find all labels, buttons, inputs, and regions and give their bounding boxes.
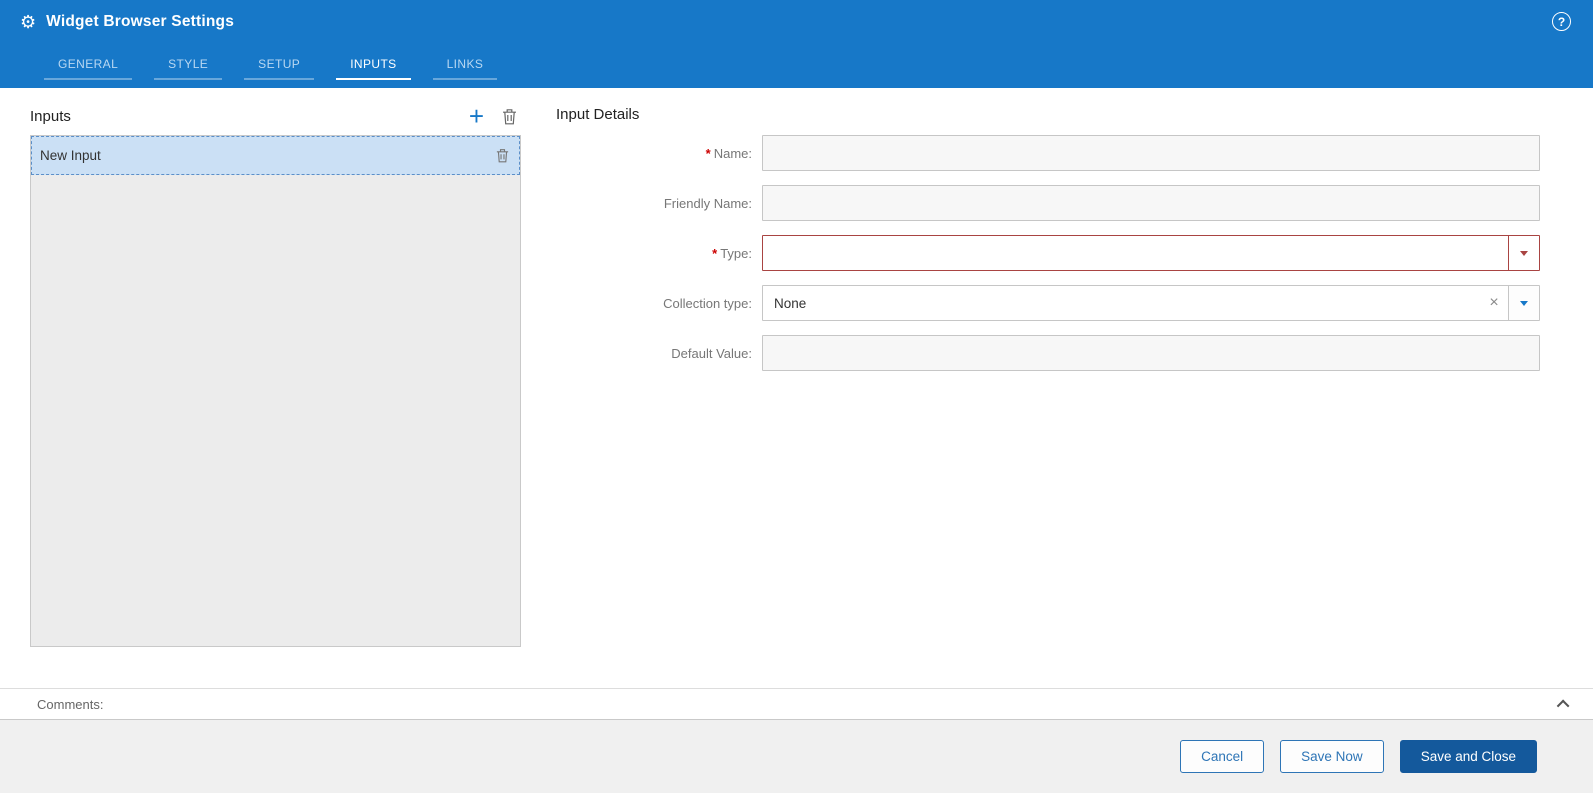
cancel-button[interactable]: Cancel	[1180, 740, 1265, 773]
required-asterisk: *	[712, 245, 718, 261]
friendly-name-label: Friendly Name:	[556, 196, 762, 211]
type-dropdown-button[interactable]	[1508, 236, 1539, 270]
dialog-title: Widget Browser Settings	[46, 13, 235, 30]
title-row: ⚙ Widget Browser Settings ?	[0, 0, 1593, 44]
name-field-row: * Name:	[556, 135, 1540, 171]
caret-down-icon	[1520, 300, 1528, 306]
inputs-panel-title: Inputs	[30, 107, 71, 125]
friendly-name-label-text: Friendly Name:	[663, 195, 752, 211]
name-label: * Name:	[556, 146, 762, 161]
collection-type-label: Collection type:	[556, 296, 762, 311]
chevron-up-icon[interactable]	[1556, 699, 1570, 712]
input-details-panel: Input Details * Name: Friendly Name: * Typ…	[556, 106, 1540, 385]
help-icon[interactable]: ?	[1552, 12, 1571, 31]
type-label-text: Type:	[720, 245, 752, 261]
default-value-field-row: Default Value:	[556, 335, 1540, 371]
list-item-label: New Input	[40, 148, 101, 163]
tab-style[interactable]: STYLE	[154, 52, 223, 80]
friendly-name-input[interactable]	[762, 185, 1540, 221]
collection-type-dropdown[interactable]: None ×	[762, 285, 1540, 321]
comments-bar[interactable]: Comments:	[0, 688, 1593, 720]
required-asterisk: *	[705, 145, 711, 161]
default-value-input[interactable]	[762, 335, 1540, 371]
footer-bar: Cancel Save Now Save and Close	[0, 720, 1593, 793]
default-value-label: Default Value:	[556, 346, 762, 361]
delete-input-button[interactable]	[502, 108, 517, 125]
details-title: Input Details	[556, 106, 640, 123]
tab-general[interactable]: GENERAL	[44, 52, 133, 80]
collection-type-dropdown-button[interactable]	[1508, 286, 1539, 320]
name-label-text: Name:	[713, 145, 752, 161]
collection-type-value: None	[774, 295, 807, 311]
inputs-panel-header: Inputs +	[30, 103, 521, 129]
tab-setup[interactable]: SETUP	[244, 52, 315, 80]
collection-type-field-row: Collection type: None ×	[556, 285, 1540, 321]
tab-inputs[interactable]: INPUTS	[336, 52, 411, 80]
main-content: Inputs + New Input Input Details * Name:…	[0, 88, 1593, 688]
clear-selection-icon[interactable]: ×	[1480, 286, 1508, 320]
save-and-close-button[interactable]: Save and Close	[1399, 740, 1537, 773]
gear-icon: ⚙	[20, 12, 37, 32]
trash-icon	[496, 149, 509, 163]
type-dropdown[interactable]	[762, 235, 1540, 271]
delete-item-button[interactable]	[496, 148, 509, 163]
friendly-name-field-row: Friendly Name:	[556, 185, 1540, 221]
inputs-list[interactable]: New Input	[30, 135, 521, 647]
type-dropdown-value	[763, 236, 1508, 270]
type-field-row: * Type:	[556, 235, 1540, 271]
inputs-panel-actions: +	[469, 103, 521, 129]
type-label: * Type:	[556, 246, 762, 261]
trash-icon	[503, 108, 516, 124]
collection-type-label-text: Collection type:	[663, 295, 752, 311]
default-value-label-text: Default Value:	[671, 345, 752, 361]
caret-down-icon	[1520, 250, 1528, 256]
tab-links[interactable]: LINKS	[432, 52, 498, 80]
save-now-button[interactable]: Save Now	[1280, 740, 1384, 773]
add-input-button[interactable]: +	[469, 103, 484, 129]
name-input[interactable]	[762, 135, 1540, 171]
inputs-panel: Inputs + New Input	[30, 103, 521, 647]
comments-label: Comments:	[37, 696, 104, 712]
header-bar: ⚙ Widget Browser Settings ? GENERAL STYL…	[0, 0, 1593, 88]
tab-bar: GENERAL STYLE SETUP INPUTS LINKS	[0, 44, 1593, 88]
list-item-new-input[interactable]: New Input	[31, 136, 520, 175]
